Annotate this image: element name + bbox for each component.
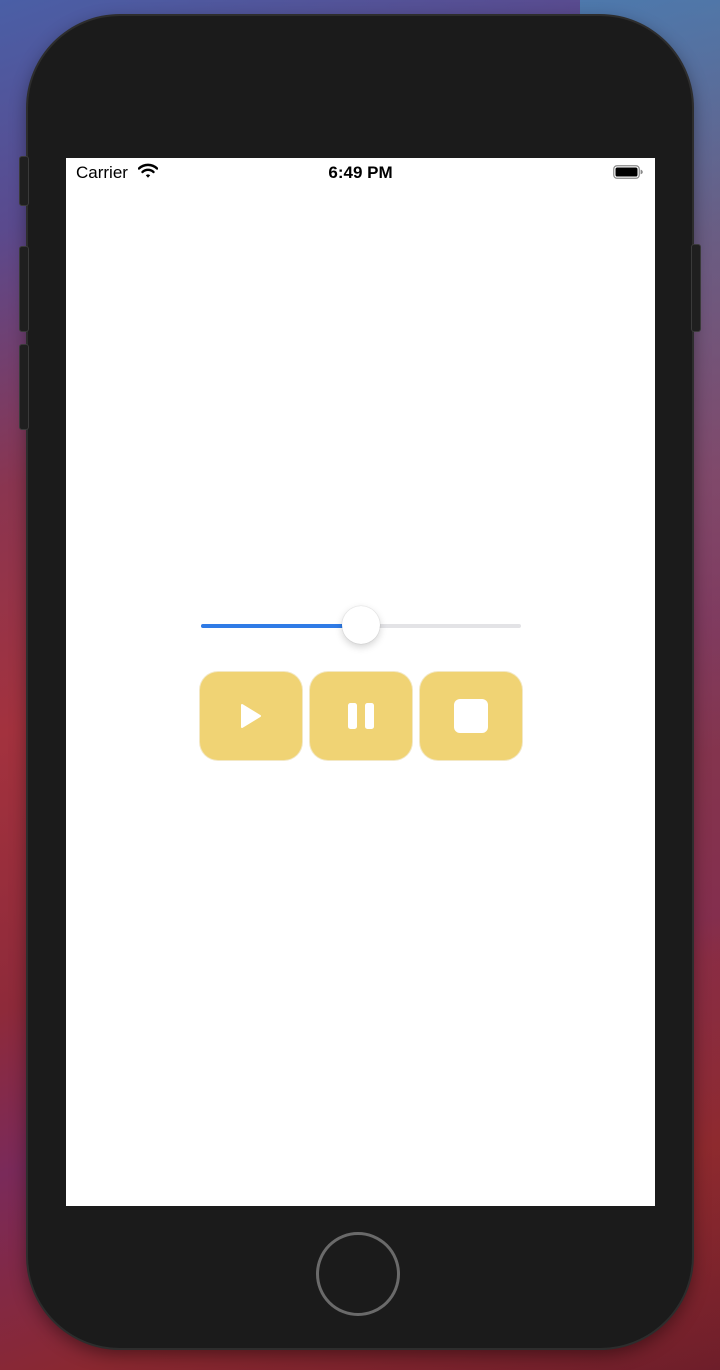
play-icon — [241, 704, 261, 728]
playback-slider[interactable] — [201, 606, 521, 646]
stop-icon — [454, 699, 488, 733]
app-screen: Carrier 6:49 PM — [66, 158, 655, 1206]
status-bar: Carrier 6:49 PM — [66, 158, 655, 188]
pause-button[interactable] — [310, 672, 412, 760]
slider-fill — [201, 624, 361, 628]
stop-button[interactable] — [420, 672, 522, 760]
play-button[interactable] — [200, 672, 302, 760]
volume-up-button — [19, 246, 29, 332]
pause-icon — [348, 703, 374, 729]
status-time: 6:49 PM — [328, 163, 393, 182]
volume-down-button — [19, 344, 29, 430]
playback-controls — [200, 672, 522, 760]
battery-icon — [613, 165, 643, 179]
mute-switch — [19, 156, 29, 206]
power-button — [691, 244, 701, 332]
slider-thumb[interactable] — [342, 606, 380, 644]
home-button[interactable] — [316, 1232, 400, 1316]
